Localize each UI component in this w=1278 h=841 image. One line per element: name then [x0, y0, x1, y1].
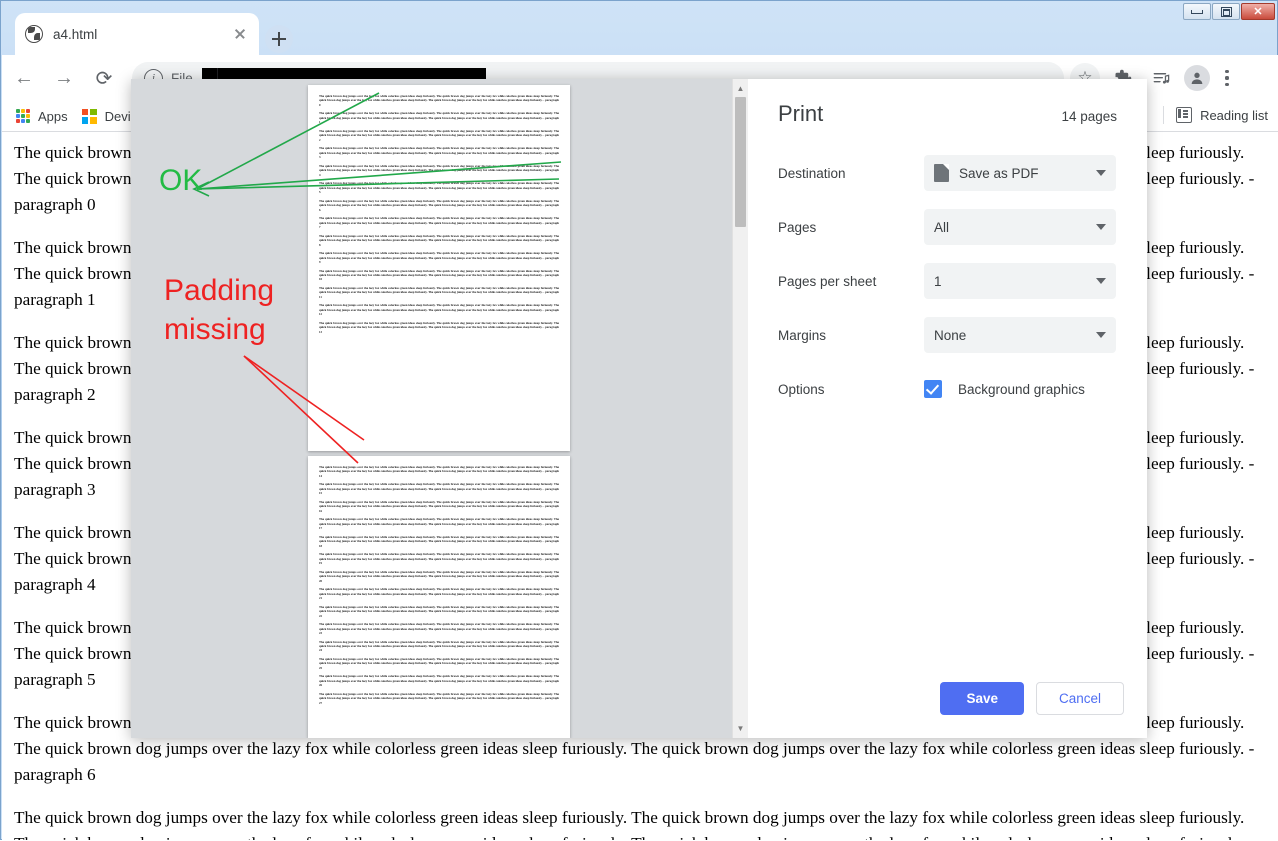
- tab-title: a4.html: [53, 26, 98, 42]
- pages-value: All: [934, 219, 950, 235]
- preview-scrollbar[interactable]: ▲ ▼: [732, 79, 748, 738]
- options-label: Options: [778, 381, 825, 397]
- preview-paragraph: The quick brown dog jumps over the lazy …: [319, 499, 559, 513]
- page-count-label: 14 pages: [1061, 109, 1117, 124]
- preview-page-2: The quick brown dog jumps over the lazy …: [308, 456, 570, 738]
- dialog-action-buttons: Save Cancel: [940, 682, 1124, 715]
- new-tab-button[interactable]: [265, 25, 293, 53]
- scrollbar-thumb[interactable]: [735, 97, 746, 227]
- preview-paragraph: The quick brown dog jumps over the lazy …: [319, 181, 559, 195]
- pages-per-sheet-value: 1: [934, 273, 942, 289]
- forward-icon[interactable]: →: [46, 60, 82, 96]
- chevron-down-icon: [1096, 278, 1106, 284]
- tab-close-icon[interactable]: [231, 25, 249, 43]
- cancel-button[interactable]: Cancel: [1035, 682, 1124, 715]
- preview-paragraph: The quick brown dog jumps over the lazy …: [319, 320, 559, 334]
- preview-paragraph: The quick brown dog jumps over the lazy …: [319, 146, 559, 160]
- preview-paragraph: The quick brown dog jumps over the lazy …: [319, 111, 559, 125]
- preview-paragraph: The quick brown dog jumps over the lazy …: [319, 251, 559, 264]
- globe-icon: [25, 25, 43, 43]
- preview-paragraph: The quick brown dog jumps over the lazy …: [319, 604, 559, 618]
- media-icon[interactable]: [1146, 63, 1176, 93]
- pdf-file-icon: [934, 164, 949, 182]
- os-window: ✕ a4.html ← → ⟳ i File ☆ Apps Devi Readi…: [0, 0, 1278, 840]
- profile-avatar[interactable]: [1184, 65, 1210, 91]
- scroll-down-icon[interactable]: ▼: [733, 721, 748, 736]
- destination-row: Destination Save as PDF: [778, 155, 1117, 191]
- preview-paragraph: The quick brown dog jumps over the lazy …: [319, 482, 559, 496]
- margins-label: Margins: [778, 327, 827, 343]
- margins-select[interactable]: None: [924, 317, 1116, 353]
- print-settings-pane: Print 14 pages Destination Save as PDF P…: [748, 79, 1147, 738]
- apps-grid-icon: [16, 109, 30, 123]
- scroll-up-icon[interactable]: ▲: [733, 81, 748, 96]
- preview-paragraph: The quick brown dog jumps over the lazy …: [319, 552, 559, 566]
- background-graphics-label: Background graphics: [958, 381, 1085, 397]
- preview-paragraph: The quick brown dog jumps over the lazy …: [319, 303, 559, 317]
- document-paragraph: The quick brown dog jumps over the lazy …: [14, 808, 1254, 840]
- bookmark-devices-label: Devi: [104, 108, 131, 124]
- destination-label: Destination: [778, 165, 846, 181]
- toolbar-divider: [1163, 106, 1165, 124]
- reading-list-icon: [1176, 107, 1193, 123]
- chevron-down-icon: [1096, 332, 1106, 338]
- preview-paragraph: The quick brown dog jumps over the lazy …: [319, 233, 559, 247]
- preview-page-1: The quick brown dog jumps over the lazy …: [308, 85, 570, 451]
- preview-paragraph: The quick brown dog jumps over the lazy …: [319, 128, 559, 142]
- reading-list-button[interactable]: Reading list: [1163, 106, 1268, 124]
- preview-paragraph: The quick brown dog jumps over the lazy …: [319, 517, 559, 531]
- print-preview-pane[interactable]: The quick brown dog jumps over the lazy …: [131, 79, 748, 738]
- print-dialog: The quick brown dog jumps over the lazy …: [131, 79, 1147, 738]
- bookmark-apps[interactable]: Apps: [16, 109, 68, 124]
- preview-paragraph: The quick brown dog jumps over the lazy …: [319, 587, 559, 601]
- destination-select[interactable]: Save as PDF: [924, 155, 1116, 191]
- browser-tab[interactable]: a4.html: [15, 13, 259, 55]
- preview-paragraph: The quick brown dog jumps over the lazy …: [319, 216, 559, 230]
- chevron-down-icon: [1096, 224, 1106, 230]
- preview-paragraph: The quick brown dog jumps over the lazy …: [319, 569, 559, 583]
- print-dialog-header: Print 14 pages: [778, 101, 1117, 127]
- microsoft-squares-icon: [81, 108, 97, 124]
- chevron-down-icon: [1096, 170, 1106, 176]
- preview-paragraph: The quick brown dog jumps over the lazy …: [319, 285, 559, 299]
- pages-select[interactable]: All: [924, 209, 1116, 245]
- preview-paragraph: The quick brown dog jumps over the lazy …: [319, 674, 559, 688]
- preview-paragraph: The quick brown dog jumps over the lazy …: [319, 94, 559, 107]
- preview-paragraph: The quick brown dog jumps over the lazy …: [319, 656, 559, 670]
- preview-paragraph: The quick brown dog jumps over the lazy …: [319, 622, 559, 635]
- tab-strip: a4.html: [1, 9, 1278, 55]
- preview-paragraph: The quick brown dog jumps over the lazy …: [319, 639, 559, 653]
- bookmark-apps-label: Apps: [38, 108, 68, 124]
- reload-icon[interactable]: ⟳: [86, 60, 122, 96]
- save-button[interactable]: Save: [940, 682, 1024, 715]
- print-dialog-title: Print: [778, 101, 824, 126]
- margins-value: None: [934, 327, 967, 343]
- margins-row: Margins None: [778, 317, 1117, 353]
- pages-per-sheet-select[interactable]: 1: [924, 263, 1116, 299]
- preview-paragraph: The quick brown dog jumps over the lazy …: [319, 465, 559, 478]
- pages-label: Pages: [778, 219, 817, 235]
- pages-row: Pages All: [778, 209, 1117, 245]
- pages-per-sheet-row: Pages per sheet 1: [778, 263, 1117, 299]
- reading-list-label: Reading list: [1200, 107, 1268, 123]
- three-dot-menu-icon[interactable]: [1214, 63, 1240, 93]
- pages-per-sheet-label: Pages per sheet: [778, 273, 877, 289]
- options-row: Options Background graphics: [778, 371, 1117, 407]
- bookmark-devices[interactable]: Devi: [81, 108, 131, 124]
- preview-paragraph: The quick brown dog jumps over the lazy …: [319, 534, 559, 548]
- background-graphics-checkbox[interactable]: [924, 380, 942, 398]
- preview-paragraph: The quick brown dog jumps over the lazy …: [319, 691, 559, 705]
- destination-value: Save as PDF: [959, 165, 1039, 181]
- preview-paragraph: The quick brown dog jumps over the lazy …: [319, 198, 559, 212]
- back-icon[interactable]: ←: [6, 60, 42, 96]
- preview-paragraph: The quick brown dog jumps over the lazy …: [319, 163, 559, 177]
- preview-paragraph: The quick brown dog jumps over the lazy …: [319, 268, 559, 282]
